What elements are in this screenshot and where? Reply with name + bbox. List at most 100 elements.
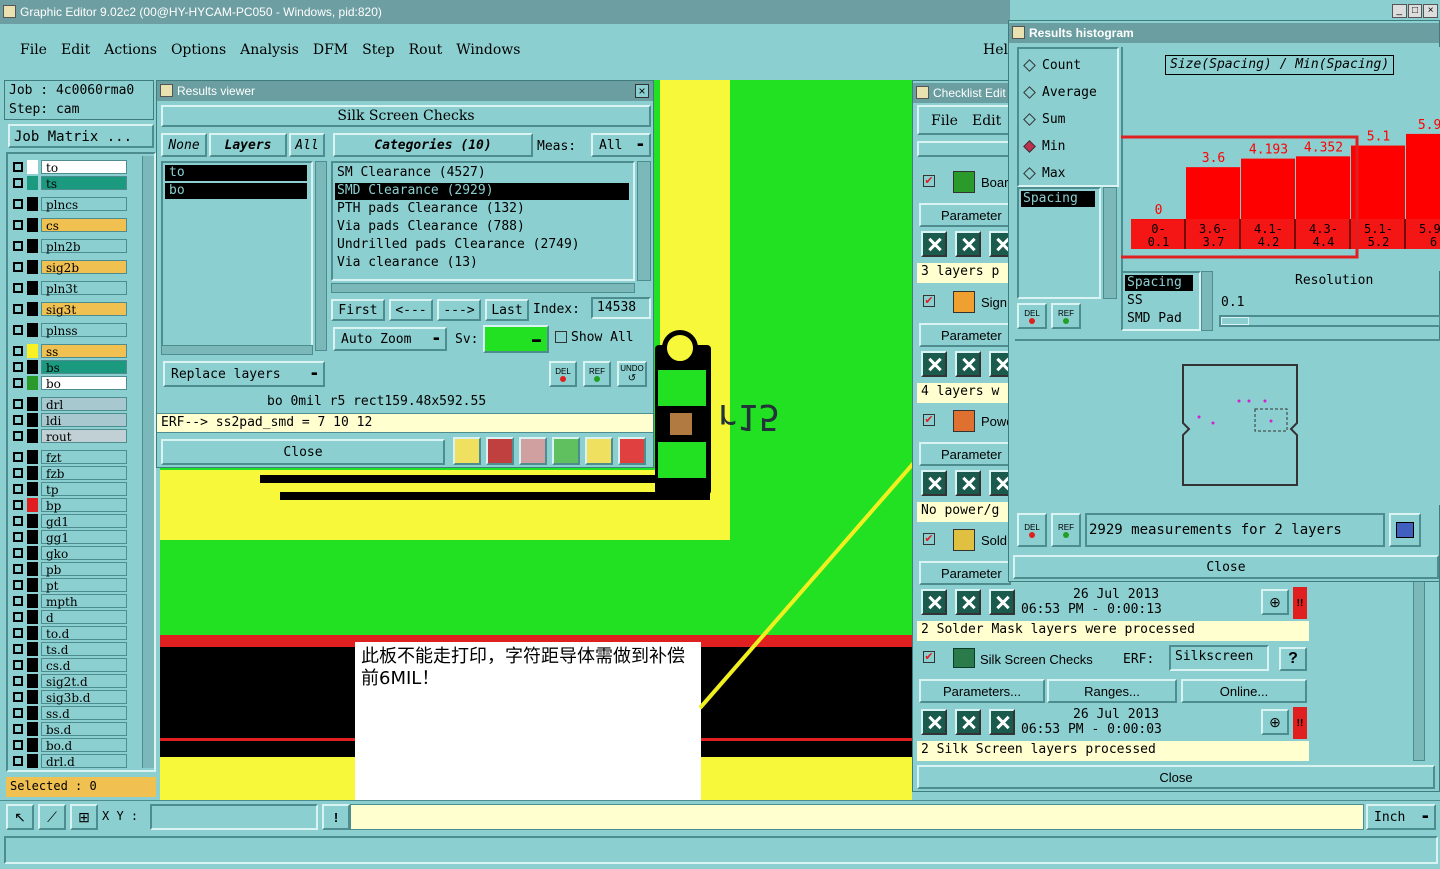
histogram-close-button[interactable]: Close <box>1013 555 1439 579</box>
layer-name[interactable]: to.d <box>41 626 127 641</box>
layer-name[interactable]: drl <box>41 397 127 412</box>
layer-name[interactable]: fzt <box>41 450 127 465</box>
layer-color-swatch[interactable] <box>27 610 38 624</box>
layer-checkbox[interactable] <box>13 178 23 188</box>
silk-check-checkbox[interactable]: ✔ <box>923 651 935 663</box>
ranges-button[interactable]: Ranges... <box>1047 679 1177 703</box>
layer-name[interactable]: sig3t <box>41 302 127 317</box>
layer-name[interactable]: ldi <box>41 413 127 428</box>
erase-icon[interactable] <box>519 437 547 465</box>
layer-color-swatch[interactable] <box>27 498 38 512</box>
layer-checkbox[interactable] <box>13 304 23 314</box>
layers-listbox[interactable]: to bo <box>161 161 313 351</box>
check-item-parameters-button[interactable]: Parameter <box>919 323 1011 347</box>
category-item[interactable]: SMD Clearance (2929) <box>335 183 629 200</box>
layer-name[interactable]: pb <box>41 562 127 577</box>
layer-row[interactable]: plnss <box>10 323 128 338</box>
run-all-icon[interactable] <box>955 351 981 377</box>
layer-color-swatch[interactable] <box>27 413 38 427</box>
undo-button[interactable]: UNDO ↺ <box>617 361 647 387</box>
run-all-icon[interactable] <box>955 231 981 257</box>
mode-radio-min[interactable]: Min <box>1023 136 1065 156</box>
layer-checkbox[interactable] <box>13 548 23 558</box>
layer-checkbox[interactable] <box>13 596 23 606</box>
resolution-slider[interactable] <box>1219 315 1440 327</box>
histogram-chart-icon-button[interactable] <box>1389 513 1421 547</box>
layer-checkbox[interactable] <box>13 580 23 590</box>
run-all-icon[interactable] <box>955 709 981 735</box>
layer-name[interactable]: mpth <box>41 594 127 609</box>
layer-checkbox[interactable] <box>13 740 23 750</box>
run-icon[interactable] <box>921 470 947 496</box>
layer-row[interactable]: cs <box>10 218 128 233</box>
layer-row[interactable]: plncs <box>10 197 128 212</box>
layer-color-swatch[interactable] <box>27 218 38 232</box>
layer-checkbox[interactable] <box>13 516 23 526</box>
layer-checkbox[interactable] <box>13 724 23 734</box>
layer-row[interactable]: to <box>10 160 128 175</box>
layer-color-swatch[interactable] <box>27 344 38 358</box>
run-icon[interactable] <box>921 709 947 735</box>
layer-name[interactable]: bp <box>41 498 127 513</box>
layers-hscrollbar[interactable] <box>161 345 313 355</box>
layer-checkbox[interactable] <box>13 612 23 622</box>
layer-color-swatch[interactable] <box>27 674 38 688</box>
online-button[interactable]: Online... <box>1181 679 1307 703</box>
meas-dropdown[interactable]: All ▬ <box>591 133 651 157</box>
layer-row[interactable]: rout <box>10 429 128 444</box>
check-item-parameters-button[interactable]: Parameter <box>919 203 1011 227</box>
layer-color-swatch[interactable] <box>27 197 38 211</box>
check-item-checkbox[interactable]: ✔ <box>923 533 935 545</box>
layer-row[interactable]: gg1 <box>10 530 128 545</box>
del-button[interactable]: DEL <box>549 361 577 387</box>
layer-row[interactable]: sig3t <box>10 302 128 317</box>
layer-name[interactable]: gko <box>41 546 127 561</box>
layer-color-swatch[interactable] <box>27 176 38 190</box>
layer-row[interactable]: sig3b.d <box>10 690 128 705</box>
layer-color-swatch[interactable] <box>27 260 38 274</box>
sold-zoom-button[interactable]: ⊕ <box>1261 589 1289 615</box>
layer-color-swatch[interactable] <box>27 738 38 752</box>
layer-row[interactable]: ts.d <box>10 642 128 657</box>
layer-checkbox[interactable] <box>13 346 23 356</box>
layer-color-swatch[interactable] <box>27 323 38 337</box>
menu-options[interactable]: Options <box>171 42 226 58</box>
ref-button[interactable]: REF <box>583 361 611 387</box>
layer-row[interactable]: pt <box>10 578 128 593</box>
layer-color-swatch[interactable] <box>27 530 38 544</box>
layer-name[interactable]: pln3t <box>41 281 127 296</box>
menu-windows[interactable]: Windows <box>456 42 520 58</box>
layer-checkbox[interactable] <box>13 452 23 462</box>
grid-icon[interactable] <box>486 437 514 465</box>
menu-edit[interactable]: Edit <box>61 42 90 58</box>
layer-checkbox[interactable] <box>13 644 23 654</box>
res-listbox[interactable]: Spacing SS SMD Pad <box>1121 271 1201 331</box>
auto-zoom-dropdown[interactable]: Auto Zoom ▬ <box>333 327 447 351</box>
layer-row[interactable]: pln3t <box>10 281 128 296</box>
layer-color-swatch[interactable] <box>27 562 38 576</box>
category-item[interactable]: Via clearance (13) <box>335 255 629 272</box>
mode-radio-count[interactable]: Count <box>1023 55 1081 75</box>
histogram-ref-button[interactable]: REF <box>1051 513 1081 547</box>
minimize-icon[interactable]: _ <box>1392 4 1407 18</box>
layer-checkbox[interactable] <box>13 262 23 272</box>
layer-row[interactable]: gd1 <box>10 514 128 529</box>
layer-row[interactable]: mpth <box>10 594 128 609</box>
layer-checkbox[interactable] <box>13 241 23 251</box>
replace-layers-dropdown[interactable]: Replace layers ▬ <box>163 361 325 387</box>
histogram-ref-left[interactable]: REF <box>1051 303 1081 329</box>
layer-color-swatch[interactable] <box>27 239 38 253</box>
menu-actions[interactable]: Actions <box>104 42 157 58</box>
layer-checkbox[interactable] <box>13 415 23 425</box>
report-icon[interactable] <box>453 437 481 465</box>
layer-color-swatch[interactable] <box>27 754 38 768</box>
mode-radio-sum[interactable]: Sum <box>1023 109 1065 129</box>
layer-name[interactable]: sig2t.d <box>41 674 127 689</box>
res-item[interactable]: SMD Pad <box>1125 311 1182 326</box>
layer-checkbox[interactable] <box>13 708 23 718</box>
layer-row[interactable]: d <box>10 610 128 625</box>
layer-row[interactable]: ldi <box>10 413 128 428</box>
histogram-bar[interactable] <box>1351 145 1405 219</box>
results-viewer-close-icon[interactable]: × <box>635 84 649 98</box>
histogram-bar[interactable] <box>1131 219 1185 220</box>
